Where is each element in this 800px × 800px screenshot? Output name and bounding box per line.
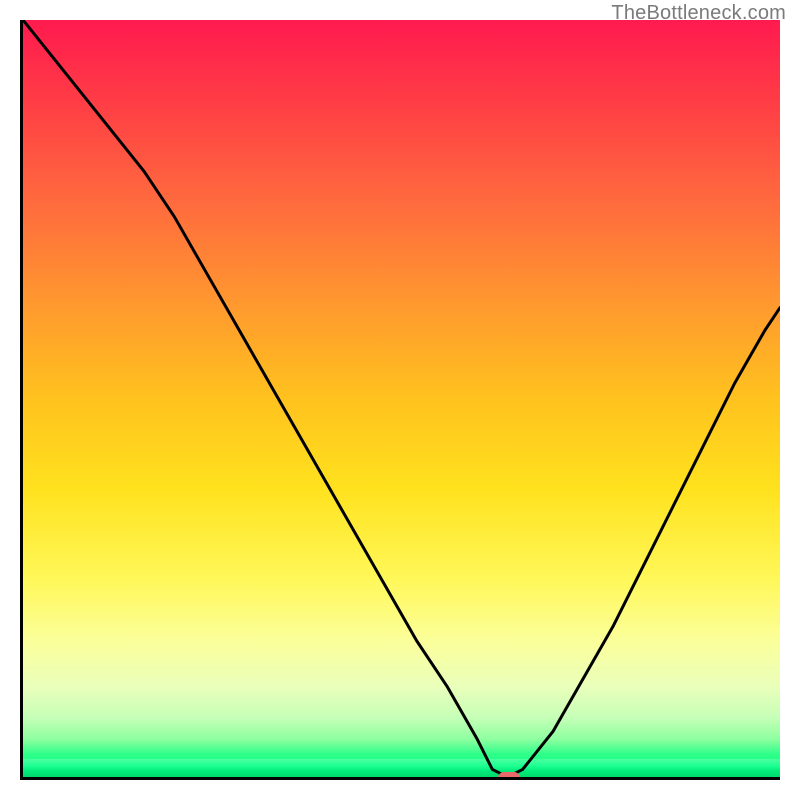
bottleneck-chart: TheBottleneck.com [0, 0, 800, 800]
optimal-point-marker [498, 772, 520, 780]
line-series [23, 20, 780, 777]
plot-area [20, 20, 780, 780]
